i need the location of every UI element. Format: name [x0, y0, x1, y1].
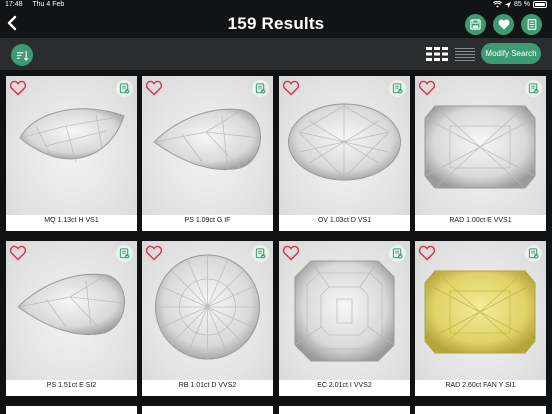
status-bar: 17:48 Thu 4 Feb 85 % — [0, 0, 552, 11]
favorite-heart-button[interactable] — [145, 245, 163, 261]
diamond-image[interactable] — [142, 241, 273, 380]
certificate-button[interactable] — [525, 245, 542, 262]
list-view-button[interactable] — [455, 47, 475, 61]
diamond-caption: RAD 2.60ct FAN Y SI1 — [445, 382, 516, 389]
heart-outline-icon — [418, 245, 436, 261]
favorite-heart-button[interactable] — [9, 245, 27, 261]
grid-view-icon — [426, 47, 448, 61]
heart-icon — [498, 19, 509, 30]
result-card[interactable]: OV 1.03ct D VS1 — [279, 76, 410, 231]
certificate-button[interactable] — [116, 245, 133, 262]
pear-diamond-icon — [153, 108, 261, 171]
certificate-icon — [255, 83, 266, 94]
result-card-partial[interactable] — [6, 406, 137, 414]
certificate-icon — [255, 248, 266, 259]
favorite-heart-button[interactable] — [9, 80, 27, 96]
list-button[interactable] — [521, 14, 542, 35]
certificate-icon — [392, 248, 403, 259]
favorite-heart-button[interactable] — [145, 80, 163, 96]
grid-view-button[interactable] — [426, 47, 448, 61]
pear-diamond-icon — [17, 273, 125, 336]
heart-outline-icon — [282, 80, 300, 96]
toolbar: Modify Search — [0, 38, 552, 70]
diamond-caption: RB 1.01ct D VVS2 — [178, 382, 237, 389]
certificate-button[interactable] — [525, 80, 542, 97]
heart-outline-icon — [9, 80, 27, 96]
favorite-heart-button[interactable] — [282, 245, 300, 261]
diamond-caption: RAD 1.00ct E VVS1 — [449, 217, 512, 224]
result-card[interactable]: EC 2.01ct I VVS2 — [279, 241, 410, 396]
result-card-partial[interactable] — [415, 406, 546, 414]
round-diamond-icon — [155, 254, 260, 360]
favorite-heart-button[interactable] — [418, 245, 436, 261]
heart-outline-icon — [418, 80, 436, 96]
battery-percent: 85 % — [514, 1, 530, 8]
sort-button[interactable] — [11, 44, 33, 66]
radiant-diamond-icon — [424, 105, 536, 189]
diamond-image[interactable] — [279, 76, 410, 215]
diamond-caption: PS 1.51ct E SI2 — [46, 382, 97, 389]
modify-search-button[interactable]: Modify Search — [481, 43, 541, 64]
wifi-icon — [493, 1, 503, 8]
emerald-diamond-icon — [294, 260, 395, 362]
result-card[interactable]: RB 1.01ct D VVS2 — [142, 241, 273, 396]
certificate-button[interactable] — [252, 80, 269, 97]
result-card[interactable]: PS 1.51ct E SI2 — [6, 241, 137, 396]
diamond-caption: EC 2.01ct I VVS2 — [317, 382, 372, 389]
result-card[interactable]: RAD 2.60ct FAN Y SI1 — [415, 241, 546, 396]
location-icon — [505, 1, 512, 8]
oval-diamond-icon — [288, 103, 401, 181]
certificate-icon — [528, 83, 539, 94]
result-card[interactable]: PS 1.09ct G IF — [142, 76, 273, 231]
favorite-heart-button[interactable] — [418, 80, 436, 96]
status-time: 17:48 — [5, 1, 23, 8]
heart-outline-icon — [145, 245, 163, 261]
diamond-image[interactable] — [415, 241, 546, 380]
status-date: Thu 4 Feb — [32, 1, 65, 8]
list-view-icon — [455, 48, 475, 61]
heart-outline-icon — [145, 80, 163, 96]
certificate-button[interactable] — [389, 80, 406, 97]
results-grid: MQ 1.13ct H VS1 PS 1.09ct G IF OV 1.03ct… — [0, 70, 552, 414]
certificate-icon — [392, 83, 403, 94]
diamond-image[interactable] — [415, 76, 546, 215]
sort-icon — [16, 50, 28, 61]
heart-outline-icon — [9, 245, 27, 261]
diamond-caption: MQ 1.13ct H VS1 — [44, 217, 99, 224]
certificate-button[interactable] — [116, 80, 133, 97]
diamond-image[interactable] — [142, 76, 273, 215]
document-list-icon — [527, 19, 536, 30]
marquise-diamond-icon — [19, 108, 125, 163]
certificate-button[interactable] — [252, 245, 269, 262]
result-card[interactable]: RAD 1.00ct E VVS1 — [415, 76, 546, 231]
save-search-button[interactable] — [465, 14, 486, 35]
certificate-button[interactable] — [389, 245, 406, 262]
result-card[interactable]: MQ 1.13ct H VS1 — [6, 76, 137, 231]
favorites-button[interactable] — [493, 14, 514, 35]
diamond-caption: PS 1.09ct G IF — [184, 217, 231, 224]
diamond-caption: OV 1.03ct D VS1 — [317, 217, 372, 224]
battery-icon — [533, 1, 547, 8]
diamond-image[interactable] — [6, 241, 137, 380]
certificate-icon — [528, 248, 539, 259]
certificate-icon — [119, 83, 130, 94]
header: 159 Results — [0, 11, 552, 38]
certificate-icon — [119, 248, 130, 259]
favorite-heart-button[interactable] — [282, 80, 300, 96]
result-card-partial[interactable] — [279, 406, 410, 414]
heart-outline-icon — [282, 245, 300, 261]
diamond-image[interactable] — [6, 76, 137, 215]
floppy-disk-icon — [470, 19, 481, 30]
result-card-partial[interactable] — [142, 406, 273, 414]
radiant-diamond-icon — [424, 270, 536, 354]
diamond-image[interactable] — [279, 241, 410, 380]
